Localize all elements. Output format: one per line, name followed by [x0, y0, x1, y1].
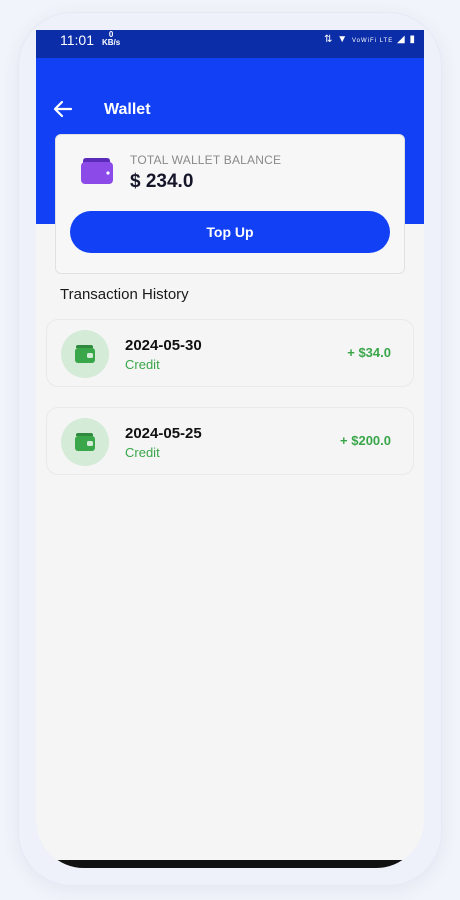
transaction-row[interactable]: 2024-05-30 Credit + $34.0 — [46, 319, 414, 387]
balance-amount: $ 234.0 — [130, 171, 194, 192]
network-indicators: VoWiFi LTE — [351, 38, 394, 44]
network-speed: 0 KB/s — [102, 30, 121, 47]
back-button[interactable] — [52, 98, 74, 120]
status-icons: ⇅ ▼ VoWiFi LTE ◢ ▮ — [324, 34, 416, 45]
transaction-icon-circle — [61, 418, 109, 466]
transaction-amount: + $200.0 — [340, 433, 391, 448]
wallet-icon — [75, 433, 95, 451]
page-title: Wallet — [104, 101, 151, 118]
transaction-date: 2024-05-30 — [125, 337, 202, 354]
transaction-icon-circle — [61, 330, 109, 378]
bottom-bar — [36, 860, 424, 868]
transaction-row[interactable]: 2024-05-25 Credit + $200.0 — [46, 407, 414, 475]
balance-label: TOTAL WALLET BALANCE — [130, 153, 282, 167]
signal-icon: ◢ — [397, 34, 406, 45]
status-time: 11:01 — [60, 32, 94, 48]
wallet-icon — [75, 345, 95, 363]
battery-icon: ▮ — [409, 34, 416, 45]
app-screen: 11:01 0 KB/s ⇅ ▼ VoWiFi LTE ◢ ▮ Wallet T… — [36, 30, 424, 868]
wallet-icon — [81, 158, 113, 184]
wifi-icon: ▼ — [337, 34, 349, 45]
data-arrows-icon: ⇅ — [324, 34, 334, 45]
transaction-type: Credit — [125, 357, 160, 372]
balance-card: TOTAL WALLET BALANCE $ 234.0 Top Up — [55, 134, 405, 274]
transaction-date: 2024-05-25 — [125, 425, 202, 442]
transaction-type: Credit — [125, 445, 160, 460]
transaction-amount: + $34.0 — [347, 345, 391, 360]
status-bar: 11:01 0 KB/s ⇅ ▼ VoWiFi LTE ◢ ▮ — [36, 30, 424, 58]
transaction-history-title: Transaction History — [60, 286, 189, 303]
top-up-button[interactable]: Top Up — [70, 211, 390, 253]
arrow-left-icon — [53, 100, 73, 118]
